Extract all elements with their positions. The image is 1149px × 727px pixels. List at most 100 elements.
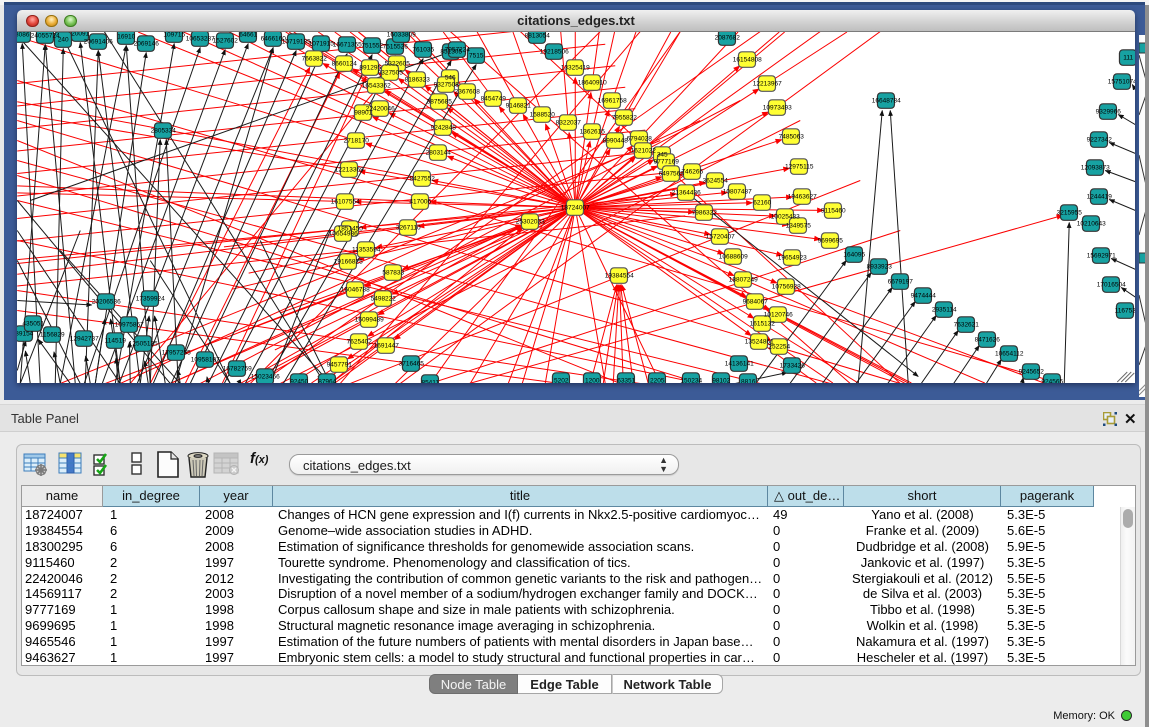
svg-text:20091: 20091 — [71, 32, 89, 38]
svg-text:9115460: 9115460 — [821, 208, 846, 215]
svg-text:8454749: 8454749 — [481, 96, 507, 103]
svg-text:10807487: 10807487 — [723, 189, 752, 196]
svg-text:10973493: 10973493 — [763, 105, 792, 112]
svg-text:15023466: 15023466 — [251, 374, 280, 381]
svg-text:252254: 252254 — [768, 344, 790, 351]
svg-text:2805334: 2805334 — [151, 128, 177, 135]
svg-text:9684067: 9684067 — [743, 299, 769, 306]
svg-text:8322037: 8322037 — [556, 120, 582, 127]
svg-text:9457791: 9457791 — [327, 362, 353, 369]
svg-text:8186323: 8186323 — [405, 77, 431, 84]
svg-text:9227342: 9227342 — [1087, 137, 1113, 144]
svg-text:5322605: 5322605 — [385, 61, 411, 68]
svg-text:9474444: 9474444 — [911, 293, 937, 300]
svg-text:12942737: 12942737 — [70, 336, 99, 343]
svg-text:16543362: 16543362 — [362, 83, 391, 90]
svg-text:8813054: 8813054 — [525, 33, 551, 40]
svg-text:15751074: 15751074 — [1108, 79, 1135, 86]
svg-text:150234: 150234 — [680, 378, 702, 384]
svg-text:10654986: 10654986 — [329, 231, 358, 238]
svg-text:114519: 114519 — [105, 338, 127, 345]
svg-text:9329966: 9329966 — [1096, 109, 1122, 116]
svg-text:1362615: 1362615 — [580, 129, 606, 136]
svg-text:3215955: 3215955 — [1057, 210, 1083, 217]
svg-text:19166825: 19166825 — [334, 259, 363, 266]
svg-text:10120746: 10120746 — [764, 312, 793, 319]
svg-text:15720407: 15720407 — [706, 234, 735, 241]
svg-text:17957255: 17957255 — [162, 350, 191, 357]
svg-text:12505135: 12505135 — [129, 341, 158, 348]
svg-text:345: 345 — [657, 152, 668, 159]
svg-text:62160: 62160 — [753, 200, 771, 207]
svg-text:8086: 8086 — [17, 32, 30, 39]
svg-text:8427552: 8427552 — [410, 176, 436, 183]
svg-text:9327508: 9327508 — [434, 82, 460, 89]
svg-text:9699695: 9699695 — [818, 238, 844, 245]
svg-text:16107554: 16107554 — [331, 199, 360, 206]
svg-text:7955822: 7955822 — [612, 115, 638, 122]
svg-text:1071915: 1071915 — [309, 41, 335, 48]
svg-text:16910: 16910 — [117, 34, 135, 41]
svg-text:1615132: 1615132 — [750, 321, 776, 328]
svg-text:16033809: 16033809 — [387, 32, 416, 39]
svg-text:5202: 5202 — [554, 378, 569, 384]
svg-text:1621022: 1621022 — [631, 148, 657, 155]
svg-text:12093873: 12093873 — [1081, 165, 1110, 172]
svg-text:6794028: 6794028 — [627, 136, 653, 143]
svg-text:1691447: 1691447 — [374, 343, 400, 350]
svg-text:3267110: 3267110 — [396, 225, 421, 232]
svg-text:116753: 116753 — [1115, 308, 1135, 315]
svg-text:7986322: 7986322 — [692, 210, 718, 217]
svg-text:10653287: 10653287 — [186, 36, 215, 43]
svg-text:10654112: 10654112 — [995, 351, 1024, 358]
svg-text:2367608: 2367608 — [455, 89, 481, 96]
svg-text:7663822: 7663822 — [302, 56, 328, 63]
svg-text:19654923: 19654923 — [778, 255, 807, 262]
svg-text:7957224: 7957224 — [445, 47, 471, 54]
svg-text:14136141: 14136141 — [725, 361, 754, 368]
svg-text:87964: 87964 — [318, 379, 336, 384]
svg-text:7485063: 7485063 — [779, 134, 805, 141]
svg-text:9146821: 9146821 — [506, 103, 532, 110]
svg-text:2205: 2205 — [650, 378, 665, 384]
svg-text:1733426: 1733426 — [780, 363, 806, 370]
svg-text:924565: 924565 — [1041, 379, 1063, 384]
svg-text:3624554: 3624554 — [703, 178, 729, 185]
svg-text:25302033: 25302033 — [516, 219, 545, 226]
svg-text:8990448: 8990448 — [603, 138, 629, 145]
svg-text:2935114: 2935114 — [932, 307, 957, 314]
svg-text:18724007: 18724007 — [561, 205, 590, 212]
svg-text:6497568: 6497568 — [659, 171, 685, 178]
svg-text:12213369: 12213369 — [335, 167, 364, 174]
svg-text:16154808: 16154808 — [733, 57, 762, 64]
svg-text:12213967: 12213967 — [753, 81, 782, 88]
svg-text:2069146: 2069146 — [134, 41, 160, 48]
svg-text:16671355: 16671355 — [333, 42, 362, 49]
svg-text:10958107: 10958107 — [191, 357, 220, 364]
svg-text:92450: 92450 — [290, 379, 308, 384]
svg-text:20206536: 20206536 — [92, 299, 121, 306]
svg-text:98901: 98901 — [354, 110, 372, 117]
svg-text:761035: 761035 — [412, 47, 434, 54]
svg-text:64661: 64661 — [239, 32, 257, 39]
svg-text:17016504: 17016504 — [1097, 282, 1126, 289]
svg-text:9777169: 9777169 — [654, 159, 680, 166]
svg-text:435051: 435051 — [22, 321, 44, 328]
svg-text:9242848: 9242848 — [431, 125, 457, 132]
svg-text:10025433: 10025433 — [771, 214, 800, 221]
svg-text:2087682: 2087682 — [715, 35, 741, 42]
svg-text:7515: 7515 — [469, 53, 484, 60]
svg-text:19218506: 19218506 — [540, 49, 569, 56]
svg-text:10210643: 10210643 — [1077, 221, 1106, 228]
svg-text:5498222: 5498222 — [371, 296, 397, 303]
svg-text:417006: 417006 — [409, 199, 431, 206]
svg-text:63351: 63351 — [617, 378, 635, 384]
svg-text:8933923: 8933923 — [867, 264, 893, 271]
svg-text:18640910: 18640910 — [578, 80, 607, 87]
svg-text:17359924: 17359924 — [136, 296, 165, 303]
svg-text:10756928: 10756928 — [772, 284, 801, 291]
svg-text:7515526: 7515526 — [383, 44, 409, 51]
svg-text:85411: 85411 — [421, 380, 439, 384]
svg-text:1349575: 1349575 — [786, 223, 812, 230]
svg-text:8660124: 8660124 — [332, 61, 358, 68]
